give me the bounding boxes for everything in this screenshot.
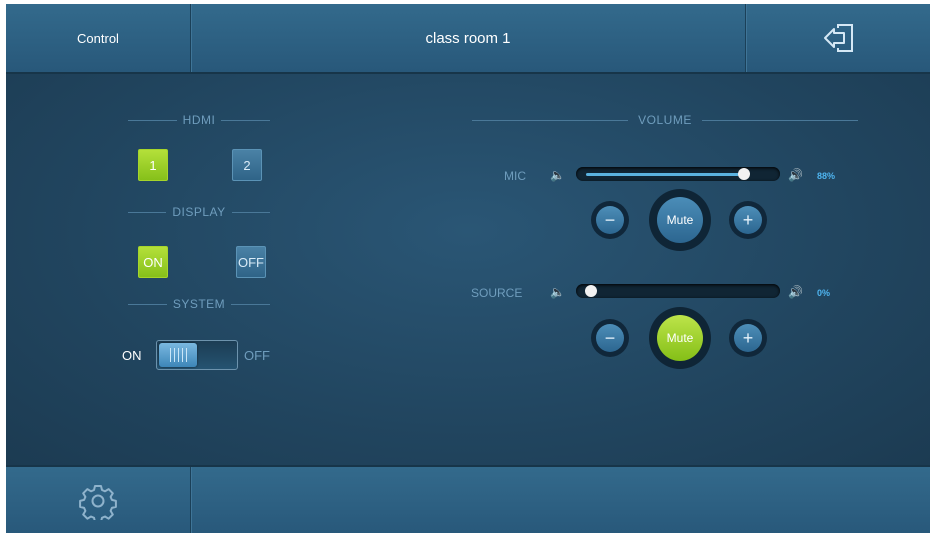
hdmi-section-header: HDMI — [128, 112, 271, 128]
source-minus-button[interactable]: − — [591, 319, 629, 357]
mic-percent: 88% — [817, 171, 836, 181]
system-power-toggle[interactable] — [156, 340, 238, 370]
hdmi-title: HDMI — [182, 113, 216, 127]
room-title-text: class room 1 — [425, 29, 511, 47]
mic-volume-slider[interactable] — [576, 167, 780, 181]
speaker-low-icon: 🔈 — [550, 285, 565, 299]
system-on-label: ON — [122, 348, 142, 363]
display-on-button[interactable]: ON — [138, 246, 168, 278]
source-label: SOURCE — [471, 286, 523, 300]
mic-label: MIC — [504, 169, 526, 183]
exit-button[interactable] — [746, 4, 930, 72]
header-bar: Control class room 1 — [6, 4, 930, 74]
mic-mute-label: Mute — [657, 197, 703, 243]
plus-icon: + — [734, 324, 762, 352]
mic-mute-button[interactable]: Mute — [649, 189, 711, 251]
exit-icon — [824, 24, 853, 52]
display-on-label: ON — [143, 254, 163, 270]
system-section-header: SYSTEM — [128, 296, 270, 312]
hdmi-1-button[interactable]: 1 — [138, 149, 168, 181]
volume-title: VOLUME — [638, 113, 692, 127]
mic-slider-thumb[interactable] — [738, 168, 751, 180]
source-mute-label: Mute — [657, 315, 703, 361]
speaker-high-icon: 🔊 — [788, 285, 803, 299]
hdmi-2-label: 2 — [243, 157, 251, 173]
footer-bar — [6, 465, 930, 533]
footer-divider — [190, 467, 191, 533]
system-off-label: OFF — [244, 348, 270, 363]
hdmi-1-label: 1 — [149, 157, 157, 173]
display-section-header: DISPLAY — [128, 204, 270, 220]
minus-icon: − — [596, 324, 624, 352]
source-volume-slider[interactable] — [576, 284, 780, 298]
control-label: Control — [77, 30, 119, 46]
minus-icon: − — [596, 206, 624, 234]
speaker-low-icon: 🔈 — [550, 168, 565, 182]
mic-slider-fill — [586, 173, 740, 176]
settings-button[interactable] — [6, 467, 190, 533]
mic-minus-button[interactable]: − — [591, 201, 629, 239]
hdmi-2-button[interactable]: 2 — [232, 149, 262, 181]
gear-icon — [79, 485, 117, 520]
mic-plus-button[interactable]: + — [729, 201, 767, 239]
source-plus-button[interactable]: + — [729, 319, 767, 357]
toggle-knob[interactable] — [159, 343, 197, 367]
volume-section-header: VOLUME — [472, 112, 858, 128]
system-title: SYSTEM — [172, 297, 226, 311]
plus-icon: + — [734, 206, 762, 234]
app-frame: Control class room 1 HDMI 1 2 DISPLAY ON — [6, 4, 930, 533]
control-tab[interactable]: Control — [6, 4, 190, 72]
speaker-high-icon: 🔊 — [788, 168, 803, 182]
display-off-label: OFF — [238, 254, 264, 270]
room-title: class room 1 — [191, 4, 745, 72]
source-mute-button[interactable]: Mute — [649, 307, 711, 369]
display-off-button[interactable]: OFF — [236, 246, 266, 278]
source-slider-thumb[interactable] — [585, 285, 597, 297]
control-panel: HDMI 1 2 DISPLAY ON OFF SYSTEM ON OFF VO… — [6, 74, 930, 465]
display-title: DISPLAY — [172, 205, 226, 219]
source-percent: 0% — [817, 288, 831, 298]
